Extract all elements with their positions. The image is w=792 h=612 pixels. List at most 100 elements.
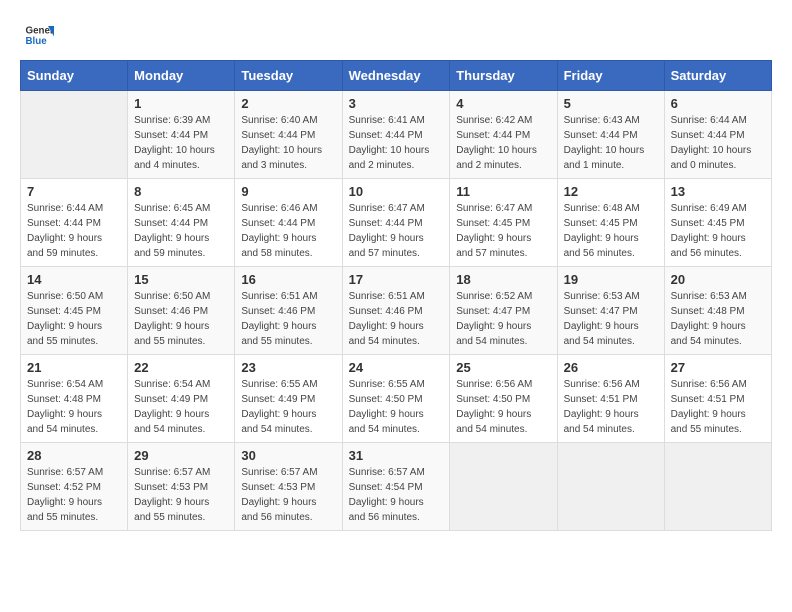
- day-number: 9: [241, 184, 335, 199]
- calendar-cell: 30 Sunrise: 6:57 AMSunset: 4:53 PMDayligh…: [235, 443, 342, 531]
- header: General Blue: [20, 20, 772, 50]
- day-info: Sunrise: 6:44 AMSunset: 4:44 PMDaylight:…: [671, 113, 765, 173]
- calendar-cell: 26Sunrise: 6:56 AMSunset: 4:51 PMDayligh…: [557, 355, 664, 443]
- day-number: 6: [671, 96, 765, 111]
- day-info: Sunrise: 6:51 AMSunset: 4:46 PMDaylight:…: [241, 289, 335, 349]
- calendar-week-row: 1Sunrise: 6:39 AMSunset: 4:44 PMDaylight…: [21, 91, 772, 179]
- day-number: 8: [134, 184, 228, 199]
- day-number: 5: [564, 96, 658, 111]
- day-number: 15: [134, 272, 228, 287]
- day-number: 23: [241, 360, 335, 375]
- calendar-week-row: 7 Sunrise: 6:44 AMSunset: 4:44 PMDaylight…: [21, 179, 772, 267]
- day-info: Sunrise: 6:47 AMSunset: 4:44 PMDaylight:…: [349, 201, 444, 261]
- day-number: 29: [134, 448, 228, 463]
- day-info: Sunrise: 6:54 AMSunset: 4:48 PMDaylight:…: [27, 377, 121, 437]
- calendar: SundayMondayTuesdayWednesdayThursdayFrid…: [20, 60, 772, 531]
- day-number: 22: [134, 360, 228, 375]
- day-info: Sunrise: 6:55 AMSunset: 4:49 PMDaylight:…: [241, 377, 335, 437]
- day-number: 21: [27, 360, 121, 375]
- day-info: Sunrise: 6:57 AMSunset: 4:53 PMDaylight:…: [134, 465, 228, 525]
- day-info: Sunrise: 6:51 AMSunset: 4:46 PMDaylight:…: [349, 289, 444, 349]
- calendar-cell: 13 Sunrise: 6:49 AMSunset: 4:45 PMDayligh…: [664, 179, 771, 267]
- calendar-week-row: 28 Sunrise: 6:57 AMSunset: 4:52 PMDayligh…: [21, 443, 772, 531]
- calendar-cell: 28 Sunrise: 6:57 AMSunset: 4:52 PMDayligh…: [21, 443, 128, 531]
- calendar-cell: 9Sunrise: 6:46 AMSunset: 4:44 PMDaylight…: [235, 179, 342, 267]
- day-info: Sunrise: 6:57 AMSunset: 4:53 PMDaylight:…: [241, 465, 335, 525]
- day-number: 7: [27, 184, 121, 199]
- day-number: 30: [241, 448, 335, 463]
- day-info: Sunrise: 6:57 AMSunset: 4:52 PMDaylight:…: [27, 465, 121, 525]
- day-number: 4: [456, 96, 550, 111]
- day-number: 18: [456, 272, 550, 287]
- day-info: Sunrise: 6:54 AMSunset: 4:49 PMDaylight:…: [134, 377, 228, 437]
- calendar-cell: 1Sunrise: 6:39 AMSunset: 4:44 PMDaylight…: [128, 91, 235, 179]
- calendar-cell: 18 Sunrise: 6:52 AMSunset: 4:47 PMDayligh…: [450, 267, 557, 355]
- calendar-body: 1Sunrise: 6:39 AMSunset: 4:44 PMDaylight…: [21, 91, 772, 531]
- calendar-cell: 23 Sunrise: 6:55 AMSunset: 4:49 PMDayligh…: [235, 355, 342, 443]
- day-number: 19: [564, 272, 658, 287]
- calendar-cell: 19 Sunrise: 6:53 AMSunset: 4:47 PMDayligh…: [557, 267, 664, 355]
- calendar-cell: 14 Sunrise: 6:50 AMSunset: 4:45 PMDayligh…: [21, 267, 128, 355]
- day-number: 16: [241, 272, 335, 287]
- day-info: Sunrise: 6:45 AMSunset: 4:44 PMDaylight:…: [134, 201, 228, 261]
- day-number: 25: [456, 360, 550, 375]
- calendar-cell: 21 Sunrise: 6:54 AMSunset: 4:48 PMDayligh…: [21, 355, 128, 443]
- calendar-cell: 8 Sunrise: 6:45 AMSunset: 4:44 PMDaylight…: [128, 179, 235, 267]
- day-number: 24: [349, 360, 444, 375]
- calendar-cell: 20 Sunrise: 6:53 AMSunset: 4:48 PMDayligh…: [664, 267, 771, 355]
- day-info: Sunrise: 6:43 AMSunset: 4:44 PMDaylight:…: [564, 113, 658, 173]
- day-info: Sunrise: 6:39 AMSunset: 4:44 PMDaylight:…: [134, 113, 228, 173]
- calendar-cell: [664, 443, 771, 531]
- day-number: 17: [349, 272, 444, 287]
- day-number: 13: [671, 184, 765, 199]
- day-info: Sunrise: 6:53 AMSunset: 4:48 PMDaylight:…: [671, 289, 765, 349]
- calendar-cell: 11Sunrise: 6:47 AMSunset: 4:45 PMDayligh…: [450, 179, 557, 267]
- day-number: 14: [27, 272, 121, 287]
- calendar-cell: 10Sunrise: 6:47 AMSunset: 4:44 PMDayligh…: [342, 179, 450, 267]
- calendar-week-row: 14 Sunrise: 6:50 AMSunset: 4:45 PMDayligh…: [21, 267, 772, 355]
- weekday-header: Monday: [128, 61, 235, 91]
- weekday-header: Wednesday: [342, 61, 450, 91]
- calendar-cell: [557, 443, 664, 531]
- calendar-cell: 2 Sunrise: 6:40 AMSunset: 4:44 PMDaylight…: [235, 91, 342, 179]
- calendar-cell: 22 Sunrise: 6:54 AMSunset: 4:49 PMDayligh…: [128, 355, 235, 443]
- day-number: 11: [456, 184, 550, 199]
- day-info: Sunrise: 6:56 AMSunset: 4:50 PMDaylight:…: [456, 377, 550, 437]
- day-info: Sunrise: 6:55 AMSunset: 4:50 PMDaylight:…: [349, 377, 444, 437]
- calendar-cell: 27 Sunrise: 6:56 AMSunset: 4:51 PMDayligh…: [664, 355, 771, 443]
- calendar-cell: [21, 91, 128, 179]
- day-info: Sunrise: 6:53 AMSunset: 4:47 PMDaylight:…: [564, 289, 658, 349]
- weekday-header: Friday: [557, 61, 664, 91]
- day-number: 28: [27, 448, 121, 463]
- calendar-cell: 6 Sunrise: 6:44 AMSunset: 4:44 PMDaylight…: [664, 91, 771, 179]
- calendar-cell: 29 Sunrise: 6:57 AMSunset: 4:53 PMDayligh…: [128, 443, 235, 531]
- day-info: Sunrise: 6:42 AMSunset: 4:44 PMDaylight:…: [456, 113, 550, 173]
- day-info: Sunrise: 6:52 AMSunset: 4:47 PMDaylight:…: [456, 289, 550, 349]
- day-info: Sunrise: 6:56 AMSunset: 4:51 PMDaylight:…: [564, 377, 658, 437]
- day-info: Sunrise: 6:40 AMSunset: 4:44 PMDaylight:…: [241, 113, 335, 173]
- day-info: Sunrise: 6:57 AMSunset: 4:54 PMDaylight:…: [349, 465, 444, 525]
- day-info: Sunrise: 6:56 AMSunset: 4:51 PMDaylight:…: [671, 377, 765, 437]
- calendar-cell: 3Sunrise: 6:41 AMSunset: 4:44 PMDaylight…: [342, 91, 450, 179]
- weekday-header: Saturday: [664, 61, 771, 91]
- day-info: Sunrise: 6:49 AMSunset: 4:45 PMDaylight:…: [671, 201, 765, 261]
- day-number: 12: [564, 184, 658, 199]
- calendar-cell: 5 Sunrise: 6:43 AMSunset: 4:44 PMDaylight…: [557, 91, 664, 179]
- calendar-cell: 24 Sunrise: 6:55 AMSunset: 4:50 PMDayligh…: [342, 355, 450, 443]
- calendar-cell: 17 Sunrise: 6:51 AMSunset: 4:46 PMDayligh…: [342, 267, 450, 355]
- svg-text:Blue: Blue: [26, 36, 48, 47]
- calendar-week-row: 21 Sunrise: 6:54 AMSunset: 4:48 PMDayligh…: [21, 355, 772, 443]
- day-number: 27: [671, 360, 765, 375]
- day-info: Sunrise: 6:41 AMSunset: 4:44 PMDaylight:…: [349, 113, 444, 173]
- day-number: 20: [671, 272, 765, 287]
- calendar-cell: 4 Sunrise: 6:42 AMSunset: 4:44 PMDaylight…: [450, 91, 557, 179]
- day-info: Sunrise: 6:50 AMSunset: 4:45 PMDaylight:…: [27, 289, 121, 349]
- calendar-cell: [450, 443, 557, 531]
- calendar-cell: 31Sunrise: 6:57 AMSunset: 4:54 PMDayligh…: [342, 443, 450, 531]
- calendar-cell: 12Sunrise: 6:48 AMSunset: 4:45 PMDayligh…: [557, 179, 664, 267]
- weekday-row: SundayMondayTuesdayWednesdayThursdayFrid…: [21, 61, 772, 91]
- day-info: Sunrise: 6:44 AMSunset: 4:44 PMDaylight:…: [27, 201, 121, 261]
- calendar-cell: 15Sunrise: 6:50 AMSunset: 4:46 PMDayligh…: [128, 267, 235, 355]
- logo-icon: General Blue: [24, 20, 54, 50]
- day-number: 2: [241, 96, 335, 111]
